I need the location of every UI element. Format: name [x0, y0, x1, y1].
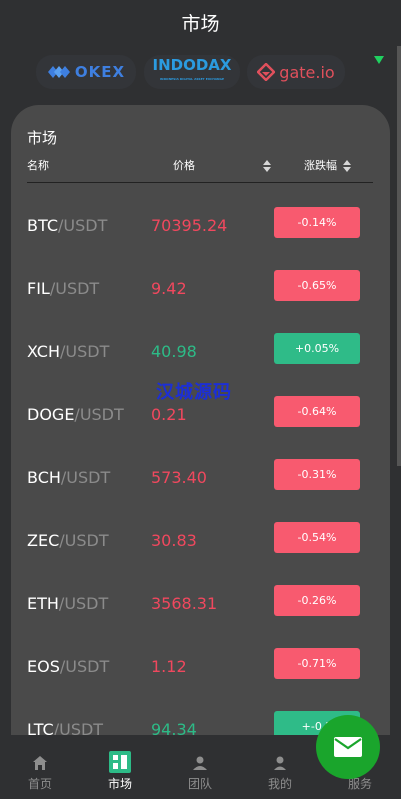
market-row[interactable]: ETH/USDT 3568.31 -0.26%: [11, 584, 390, 624]
tab-label: 服务: [347, 777, 372, 791]
column-price[interactable]: 价格: [173, 157, 195, 173]
change-badge[interactable]: -0.14%: [274, 207, 360, 238]
column-name: 名称: [27, 159, 49, 172]
change-badge[interactable]: -0.26%: [274, 585, 360, 616]
price: 1.12: [151, 657, 187, 676]
gate-mark-icon: [257, 63, 276, 81]
tab-label: 首页: [27, 777, 52, 791]
change-badge[interactable]: -0.54%: [274, 522, 360, 553]
page-title: 市场: [181, 12, 220, 35]
sort-change-icon[interactable]: [343, 160, 351, 172]
gate-logo: gate.io: [257, 63, 335, 82]
market-title: 市场: [27, 129, 58, 147]
price: 9.42: [151, 279, 187, 298]
indodax-logo: INDODAX INDONESIA DIGITAL ASSET EXCHANGE: [152, 56, 232, 82]
scrollbar[interactable]: [397, 46, 401, 466]
price: 0.21: [151, 405, 187, 424]
pair: ZEC/USDT: [27, 531, 109, 550]
change-badge[interactable]: -0.64%: [274, 396, 360, 427]
pair: BTC/USDT: [27, 216, 108, 235]
exchange-gate[interactable]: gate.io: [247, 55, 345, 89]
tab-label: 团队: [187, 777, 212, 791]
okex-logo: OKEX: [47, 63, 125, 81]
header-divider: [27, 182, 373, 183]
market-card: 市场 名称 价格 涨跌幅 BTC/USDT 70395.24 -0.14% FI…: [11, 105, 390, 745]
page-header: 市场: [0, 0, 401, 44]
pair: EOS/USDT: [27, 657, 110, 676]
okex-mark-icon: [47, 66, 70, 78]
tab-label: 我的: [267, 777, 292, 791]
tab-home[interactable]: 首页: [0, 735, 80, 799]
mail-icon: [334, 737, 362, 757]
market-row[interactable]: EOS/USDT 1.12 -0.71%: [11, 647, 390, 687]
pair: XCH/USDT: [27, 342, 110, 361]
sort-price-icon[interactable]: [263, 160, 271, 172]
change-badge[interactable]: -0.71%: [274, 648, 360, 679]
market-row[interactable]: BTC/USDT 70395.24 -0.14%: [11, 206, 390, 246]
exchange-bar: OKEX INDODAX INDONESIA DIGITAL ASSET EXC…: [0, 55, 401, 93]
pair: DOGE/USDT: [27, 405, 124, 424]
pair: BCH/USDT: [27, 468, 111, 487]
market-row[interactable]: FIL/USDT 9.42 -0.65%: [11, 269, 390, 309]
tab-mine[interactable]: 我的: [240, 735, 320, 799]
change-badge[interactable]: +0.05%: [274, 333, 360, 364]
price: 30.83: [151, 531, 197, 550]
tab-team[interactable]: 团队: [160, 735, 240, 799]
market-row[interactable]: BCH/USDT 573.40 -0.31%: [11, 458, 390, 498]
exchange-indodax[interactable]: INDODAX INDONESIA DIGITAL ASSET EXCHANGE: [144, 55, 240, 89]
exchange-okex[interactable]: OKEX: [36, 55, 136, 89]
change-badge[interactable]: -0.65%: [274, 270, 360, 301]
column-change[interactable]: 涨跌幅: [304, 157, 337, 173]
change-badge[interactable]: -0.31%: [274, 459, 360, 490]
team-icon: [193, 756, 207, 770]
home-icon: [33, 756, 47, 770]
market-row[interactable]: ZEC/USDT 30.83 -0.54%: [11, 521, 390, 561]
price: 70395.24: [151, 216, 228, 235]
price: 40.98: [151, 342, 197, 361]
pair: FIL/USDT: [27, 279, 100, 298]
user-icon: [274, 756, 286, 770]
pair: ETH/USDT: [27, 594, 109, 613]
dropdown-arrow-icon[interactable]: [374, 56, 384, 64]
tab-market[interactable]: 市场: [80, 735, 160, 799]
price: 573.40: [151, 468, 207, 487]
mail-fab-button[interactable]: [316, 715, 380, 779]
market-icon: [109, 751, 131, 773]
tab-label: 市场: [107, 777, 132, 791]
market-row[interactable]: XCH/USDT 40.98 +0.05%: [11, 332, 390, 372]
price: 3568.31: [151, 594, 218, 613]
watermark: 汉城源码: [156, 382, 232, 403]
